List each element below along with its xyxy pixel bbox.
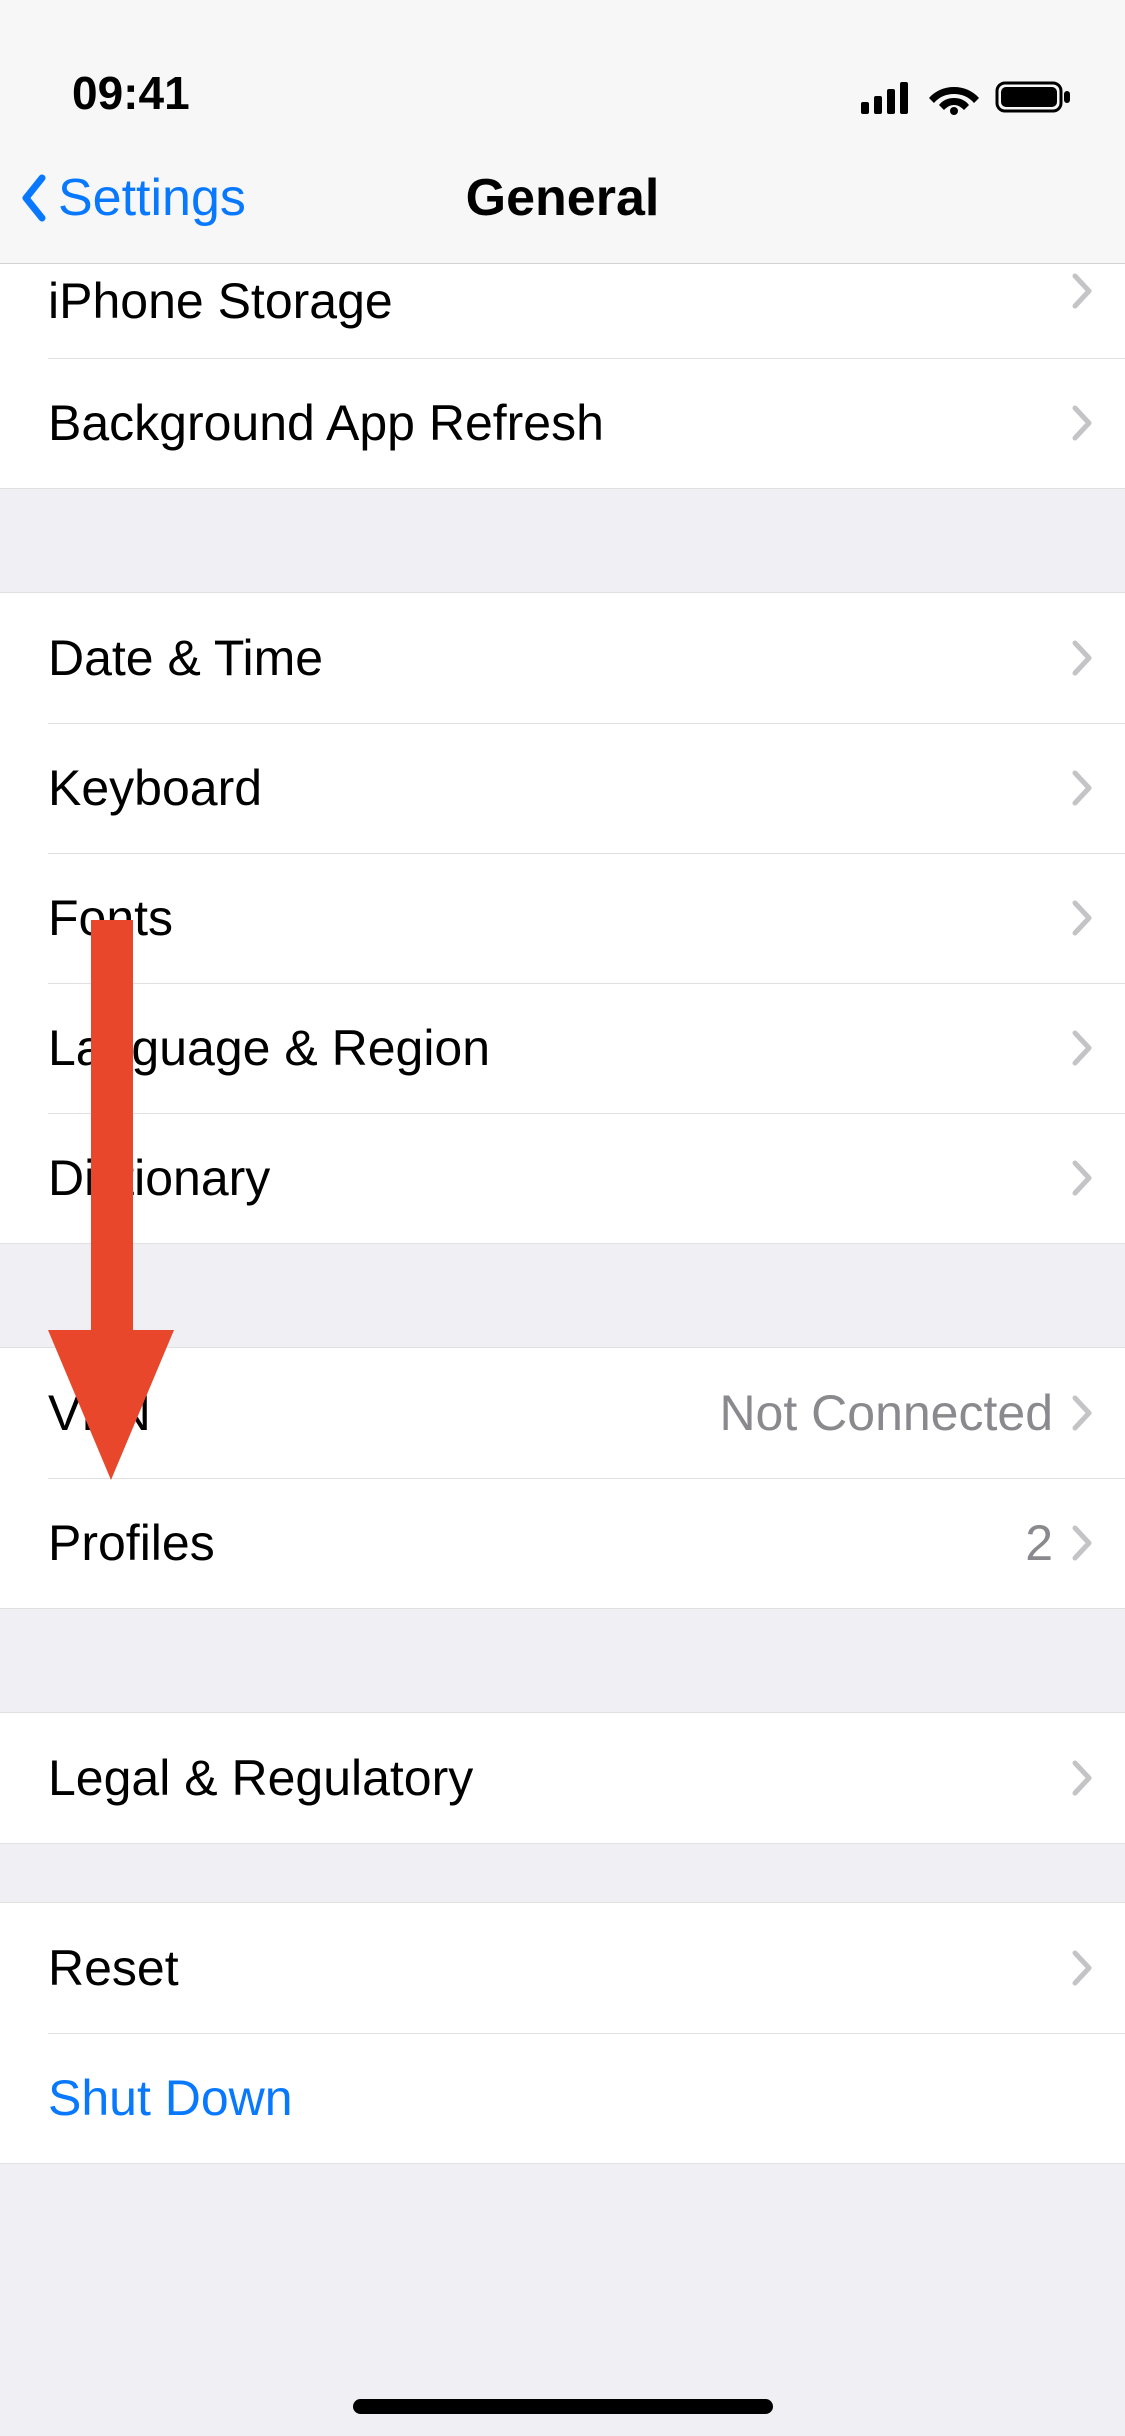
row-dictionary[interactable]: Dictionary (0, 1113, 1125, 1243)
group-gap (0, 1609, 1125, 1712)
back-button[interactable]: Settings (0, 168, 246, 228)
cellular-icon (861, 80, 913, 119)
chevron-right-icon (1071, 404, 1093, 442)
row-label: Background App Refresh (48, 394, 1071, 452)
row-label: Fonts (48, 889, 1071, 947)
back-label: Settings (58, 168, 246, 228)
screen: 09:41 Settings General iPhone Storage Bac… (0, 0, 1125, 2436)
chevron-right-icon (1071, 1949, 1093, 1987)
chevron-right-icon (1071, 1759, 1093, 1797)
row-label: Shut Down (48, 2069, 1093, 2127)
row-label: iPhone Storage (48, 272, 1071, 330)
chevron-right-icon (1071, 769, 1093, 807)
settings-group: VPNNot ConnectedProfiles2 (0, 1347, 1125, 1609)
wifi-icon (929, 79, 979, 120)
row-legal-regulatory[interactable]: Legal & Regulatory (0, 1713, 1125, 1843)
chevron-right-icon (1071, 1029, 1093, 1067)
row-reset[interactable]: Reset (0, 1903, 1125, 2033)
battery-icon (995, 79, 1073, 120)
settings-group: Legal & Regulatory (0, 1712, 1125, 1844)
row-vpn[interactable]: VPNNot Connected (0, 1348, 1125, 1478)
group-gap (0, 1244, 1125, 1347)
row-label: Profiles (48, 1514, 1025, 1572)
row-label: Dictionary (48, 1149, 1071, 1207)
chevron-right-icon (1071, 1159, 1093, 1197)
row-detail: 2 (1025, 1514, 1053, 1572)
group-gap (0, 489, 1125, 592)
settings-group: Reset Shut Down (0, 1902, 1125, 2164)
row-shut-down[interactable]: Shut Down (0, 2033, 1125, 2163)
row-language-region[interactable]: Language & Region (0, 983, 1125, 1113)
chevron-right-icon (1071, 272, 1093, 310)
row-background-app-refresh[interactable]: Background App Refresh (0, 358, 1125, 488)
row-label: Keyboard (48, 759, 1071, 817)
row-label: VPN (48, 1384, 719, 1442)
row-label: Language & Region (48, 1019, 1071, 1077)
chevron-right-icon (1071, 639, 1093, 677)
row-iphone-storage[interactable]: iPhone Storage (0, 264, 1125, 358)
settings-group: Date & Time Keyboard Fonts Language & Regio… (0, 592, 1125, 1244)
chevron-right-icon (1071, 1394, 1093, 1432)
nav-bar: Settings General (0, 132, 1125, 264)
row-label: Date & Time (48, 629, 1071, 687)
row-keyboard[interactable]: Keyboard (0, 723, 1125, 853)
settings-group: iPhone Storage Background App Refresh (0, 264, 1125, 489)
chevron-right-icon (1071, 1524, 1093, 1562)
row-profiles[interactable]: Profiles2 (0, 1478, 1125, 1608)
chevron-right-icon (1071, 899, 1093, 937)
row-label: Reset (48, 1939, 1071, 1997)
row-detail: Not Connected (719, 1384, 1053, 1442)
group-gap (0, 1844, 1125, 1902)
status-time: 09:41 (36, 66, 190, 120)
status-bar: 09:41 (0, 0, 1125, 132)
home-indicator (353, 2399, 773, 2414)
row-date-time[interactable]: Date & Time (0, 593, 1125, 723)
settings-list[interactable]: iPhone Storage Background App Refresh Date… (0, 264, 1125, 2164)
chevron-left-icon (20, 174, 48, 222)
row-fonts[interactable]: Fonts (0, 853, 1125, 983)
row-label: Legal & Regulatory (48, 1749, 1071, 1807)
status-icons (861, 79, 1089, 120)
